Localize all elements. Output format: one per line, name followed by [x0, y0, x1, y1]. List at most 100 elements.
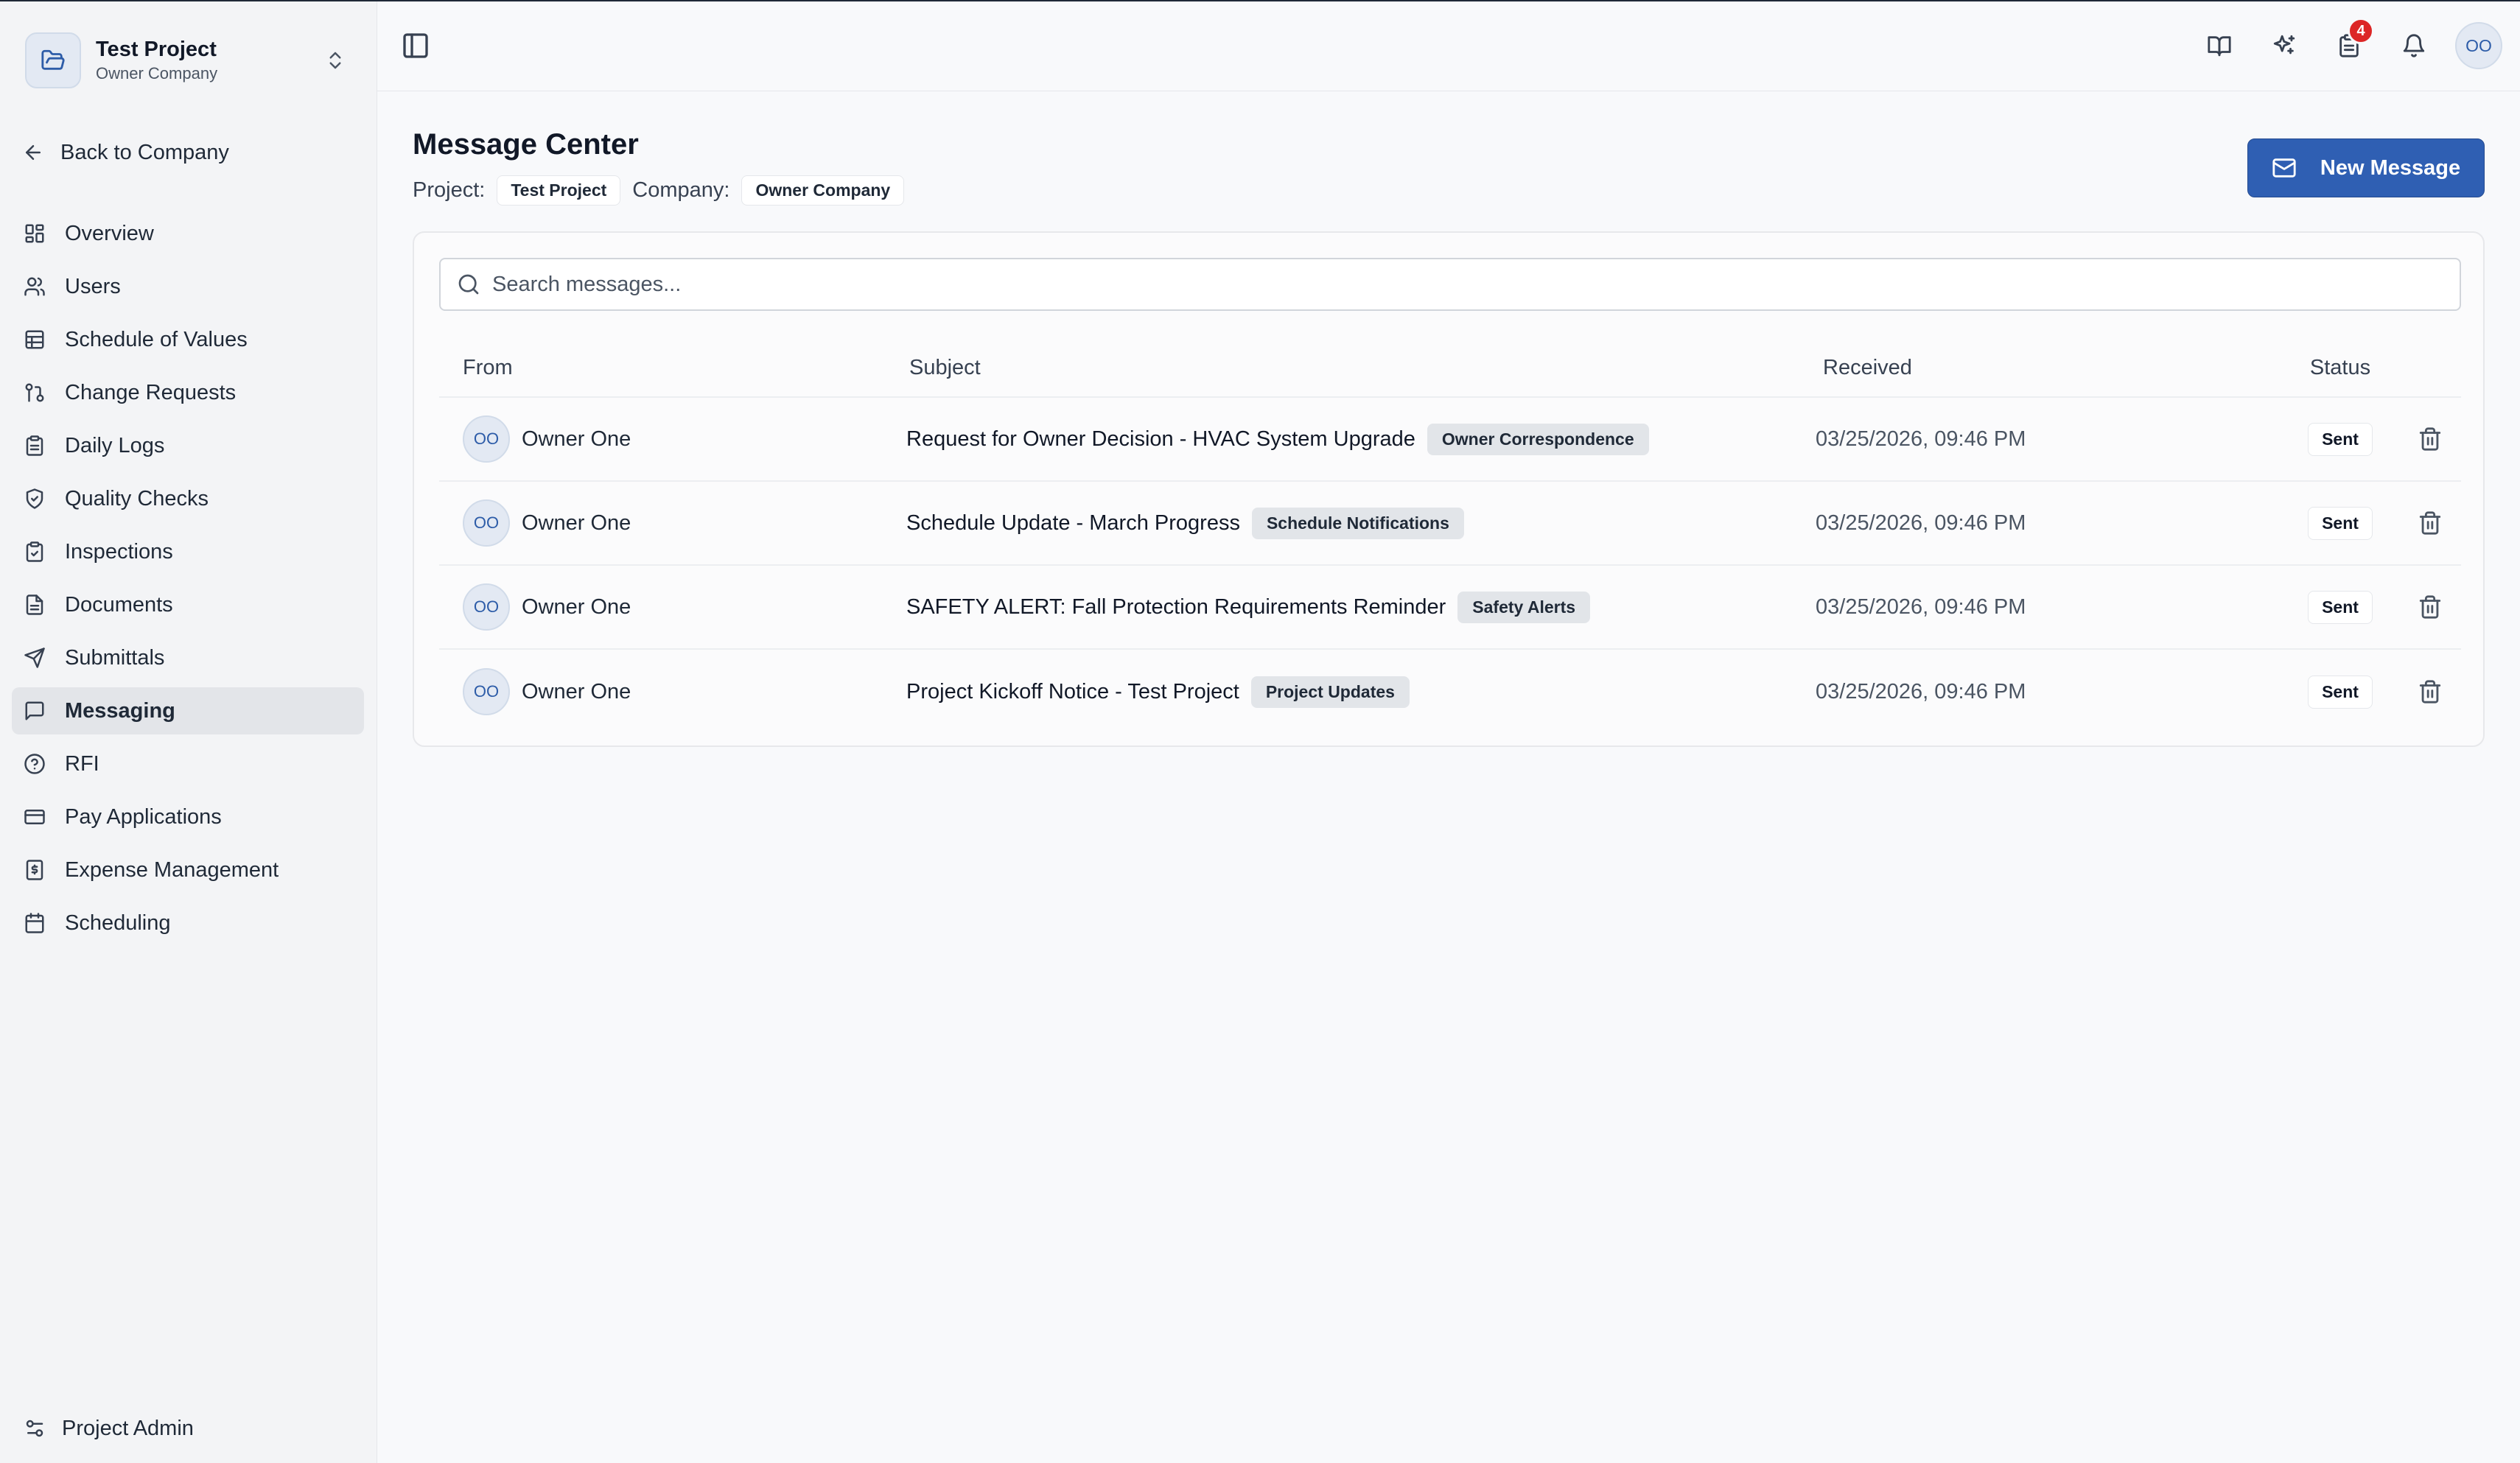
sidebar: Test Project Owner Company Back to Compa…	[0, 1, 377, 1463]
sidebar-item-label: Submittals	[65, 645, 165, 670]
topbar: 4 OO	[377, 1, 2520, 91]
category-tag: Project Updates	[1250, 676, 1410, 708]
sidebar-item-documents[interactable]: Documents	[12, 581, 364, 628]
sidebar-item-quality-checks[interactable]: Quality Checks	[12, 475, 364, 522]
avatar: OO	[463, 583, 510, 631]
sidebar-item-expense-management[interactable]: Expense Management	[12, 846, 364, 894]
receipt-dollar-icon	[24, 859, 46, 881]
table-row[interactable]: OO Owner One Schedule Update - March Pro…	[439, 482, 2461, 566]
sidebar-item-rfi[interactable]: RFI	[12, 740, 364, 787]
trash-icon[interactable]	[2418, 511, 2443, 536]
sidebar-item-users[interactable]: Users	[12, 263, 364, 310]
sidebar-item-pay-applications[interactable]: Pay Applications	[12, 793, 364, 841]
from-name: Owner One	[522, 679, 631, 704]
status-badge: Sent	[2308, 422, 2373, 456]
sidebar-item-change-requests[interactable]: Change Requests	[12, 369, 364, 416]
status-badge: Sent	[2308, 675, 2373, 709]
credit-card-icon	[24, 806, 46, 828]
company-label: Company:	[632, 178, 730, 202]
new-message-label: New Message	[2320, 155, 2461, 180]
back-label: Back to Company	[60, 140, 229, 164]
sidebar-item-label: Scheduling	[65, 911, 171, 935]
document-icon	[24, 594, 46, 616]
git-branch-icon	[24, 382, 46, 404]
sidebar-item-label: Documents	[65, 592, 173, 617]
project-admin-label: Project Admin	[62, 1416, 194, 1440]
sidebar-item-scheduling[interactable]: Scheduling	[12, 899, 364, 947]
received-date: 03/25/2026, 09:46 PM	[1816, 594, 2026, 619]
tasks-clipboard-icon[interactable]: 4	[2325, 18, 2374, 69]
sidebar-item-label: Change Requests	[65, 380, 237, 404]
status-badge: Sent	[2308, 590, 2373, 624]
category-tag: Owner Correspondence	[1427, 423, 1649, 455]
messages-panel: From Subject Received Status OO Owner On…	[413, 231, 2485, 747]
bell-icon[interactable]	[2390, 22, 2437, 69]
trash-icon[interactable]	[2418, 594, 2443, 620]
mail-icon	[2272, 155, 2297, 180]
context-meta: Project: Test Project Company: Owner Com…	[413, 175, 916, 206]
category-tag: Safety Alerts	[1457, 591, 1591, 623]
sidebar-item-daily-logs[interactable]: Daily Logs	[12, 422, 364, 469]
trash-icon[interactable]	[2418, 679, 2443, 704]
category-tag: Schedule Notifications	[1251, 507, 1464, 539]
sidebar-toggle-icon[interactable]	[401, 31, 430, 60]
overview-grid-icon	[24, 222, 46, 245]
search-box	[439, 258, 2461, 311]
subject-text: Project Kickoff Notice - Test Project	[906, 679, 1239, 704]
avatar: OO	[463, 415, 510, 463]
from-name: Owner One	[522, 511, 631, 535]
send-icon	[24, 647, 46, 669]
sidebar-item-label: Inspections	[65, 539, 173, 564]
project-label: Project:	[413, 178, 486, 202]
search-input[interactable]	[492, 272, 2460, 297]
clipboard-check-icon	[24, 541, 46, 563]
user-avatar[interactable]: OO	[2455, 22, 2502, 69]
table-row[interactable]: OO Owner One Request for Owner Decision …	[439, 398, 2461, 482]
users-icon	[24, 276, 46, 298]
sidebar-item-label: Expense Management	[65, 857, 279, 882]
sidebar-item-label: Quality Checks	[65, 486, 209, 511]
received-date: 03/25/2026, 09:46 PM	[1816, 679, 2026, 704]
project-admin-link[interactable]: Project Admin	[24, 1410, 194, 1447]
shield-check-icon	[24, 488, 46, 510]
sidebar-item-submittals[interactable]: Submittals	[12, 634, 364, 681]
sidebar-nav: Overview Users Schedule of Values Change…	[12, 210, 364, 952]
from-name: Owner One	[522, 427, 631, 451]
header-received: Received	[1823, 355, 1912, 379]
sidebar-item-label: Overview	[65, 221, 154, 245]
table-header: From Subject Received Status	[439, 339, 2461, 398]
subject-text: SAFETY ALERT: Fall Protection Requiremen…	[906, 594, 1446, 619]
calendar-icon	[24, 912, 46, 934]
trash-icon[interactable]	[2418, 427, 2443, 452]
header-from: From	[463, 355, 513, 379]
sidebar-item-messaging[interactable]: Messaging	[12, 687, 364, 734]
sidebar-item-label: Users	[65, 274, 121, 298]
folder-icon	[25, 32, 81, 88]
sidebar-item-label: Messaging	[65, 698, 175, 723]
project-switcher[interactable]: Test Project Owner Company	[25, 27, 354, 94]
sidebar-item-overview[interactable]: Overview	[12, 210, 364, 257]
table-row[interactable]: OO Owner One Project Kickoff Notice - Te…	[439, 650, 2461, 734]
sidebar-item-schedule-of-values[interactable]: Schedule of Values	[12, 316, 364, 363]
question-circle-icon	[24, 753, 46, 775]
sidebar-item-inspections[interactable]: Inspections	[12, 528, 364, 575]
sidebar-item-label: RFI	[65, 751, 99, 776]
message-icon	[24, 700, 46, 722]
notification-count-badge: 4	[2348, 18, 2374, 44]
table-row[interactable]: OO Owner One SAFETY ALERT: Fall Protecti…	[439, 566, 2461, 650]
avatar: OO	[463, 668, 510, 715]
new-message-button[interactable]: New Message	[2247, 138, 2485, 197]
subject-text: Schedule Update - March Progress	[906, 511, 1240, 535]
header-subject: Subject	[909, 355, 981, 379]
status-badge: Sent	[2308, 506, 2373, 540]
book-open-icon[interactable]	[2196, 22, 2243, 69]
table-icon	[24, 329, 46, 351]
sparkles-icon[interactable]	[2261, 22, 2308, 69]
clipboard-icon	[24, 435, 46, 457]
arrow-left-icon	[22, 141, 44, 164]
received-date: 03/25/2026, 09:46 PM	[1816, 427, 2026, 451]
avatar: OO	[463, 499, 510, 547]
back-to-company-link[interactable]: Back to Company	[22, 134, 229, 171]
sidebar-item-label: Pay Applications	[65, 804, 222, 829]
chevrons-up-down-icon	[324, 47, 346, 74]
